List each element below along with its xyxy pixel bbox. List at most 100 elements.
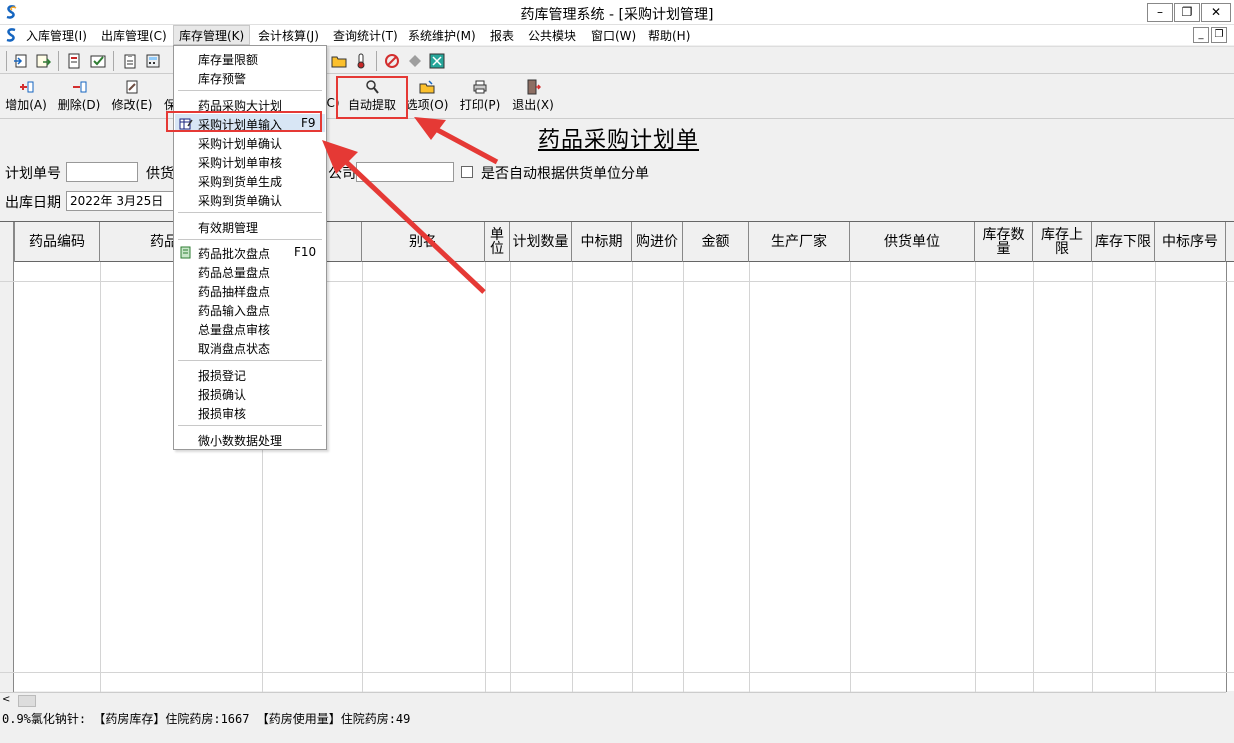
modify-label: 修改(E): [111, 98, 153, 112]
col-amount[interactable]: 金额: [683, 222, 749, 262]
out-date-picker[interactable]: 2022年 3月25日: [66, 191, 174, 211]
delete-label: 删除(D): [57, 98, 101, 112]
folder-icon[interactable]: [331, 53, 347, 69]
grid-line: [485, 262, 486, 692]
horizontal-scrollbar[interactable]: <: [0, 692, 1226, 708]
grid-line: [100, 262, 101, 692]
options-button[interactable]: 选项(O): [405, 79, 449, 115]
menu-item-sample-count[interactable]: 药品抽样盘点: [198, 283, 270, 300]
menu-item-count-review[interactable]: 总量盘点审核: [198, 321, 270, 338]
col-drug-code[interactable]: 药品编码: [15, 222, 100, 262]
menu-separator: [178, 239, 322, 240]
grid-line: [510, 262, 511, 692]
menu-reports[interactable]: 报表: [490, 27, 514, 44]
col-plan-qty[interactable]: 计划数量: [510, 222, 572, 262]
menu-item-batch-count[interactable]: 药品批次盘点: [198, 245, 270, 262]
minimize-button[interactable]: –: [1147, 3, 1173, 22]
thermometer-icon[interactable]: [353, 53, 369, 69]
batch-count-icon: [180, 246, 191, 259]
menu-outbound[interactable]: 出库管理(C): [101, 27, 167, 44]
modify-button[interactable]: 修改(E): [110, 79, 154, 115]
window-title: 药库管理系统 - [采购计划管理]: [520, 7, 714, 23]
grid-line: [850, 262, 851, 692]
export-icon[interactable]: [35, 53, 51, 69]
grid-line: [1226, 262, 1227, 692]
col-alias[interactable]: 别名: [362, 222, 485, 262]
menu-item-cancel-count[interactable]: 取消盘点状态: [198, 340, 270, 357]
menu-item-input-count[interactable]: 药品输入盘点: [198, 302, 270, 319]
scroll-thumb[interactable]: [18, 695, 36, 707]
shape-icon[interactable]: [407, 53, 423, 69]
col-supplier[interactable]: 供货单位: [850, 222, 975, 262]
menu-item-loss-confirm[interactable]: 报损确认: [198, 386, 246, 403]
col-manufacturer[interactable]: 生产厂家: [749, 222, 850, 262]
grid-line: [975, 262, 976, 692]
col-stock-qty[interactable]: 库存数量: [975, 222, 1033, 262]
arrow-to-auto-extract: [414, 117, 499, 165]
menu-item-total-count[interactable]: 药品总量盘点: [198, 264, 270, 281]
add-button[interactable]: 增加(A): [4, 79, 48, 115]
grid-line: [1155, 262, 1156, 692]
menu-item-decimal-process[interactable]: 微小数数据处理: [198, 432, 282, 449]
restore-button[interactable]: ❐: [1174, 3, 1200, 22]
menu-help[interactable]: 帮助(H): [648, 27, 690, 44]
menu-inventory[interactable]: 库存管理(K): [173, 25, 251, 45]
page-title: 药品采购计划单: [538, 128, 700, 153]
menu-item-expiry[interactable]: 有效期管理: [198, 219, 258, 236]
out-date-label: 出库日期: [5, 195, 61, 211]
auto-split-checkbox[interactable]: [461, 166, 473, 178]
menu-item-loss-register[interactable]: 报损登记: [198, 367, 246, 384]
grid-line: [572, 262, 573, 692]
grid-line: [683, 262, 684, 692]
plan-no-input[interactable]: [66, 162, 138, 182]
scroll-left-icon[interactable]: <: [2, 694, 10, 705]
menu-item-arrival-confirm[interactable]: 采购到货单确认: [198, 192, 282, 209]
grid-icon[interactable]: [429, 53, 445, 69]
menu-separator: [178, 90, 322, 91]
col-stock-lower[interactable]: 库存下限: [1092, 222, 1155, 262]
col-bid-period[interactable]: 中标期: [572, 222, 632, 262]
mdi-restore-button[interactable]: ❐: [1211, 27, 1227, 43]
col-purchase-price[interactable]: 购进价: [632, 222, 683, 262]
menu-item-stock-limit[interactable]: 库存量限额: [198, 51, 258, 68]
import-icon[interactable]: [13, 53, 29, 69]
menu-window[interactable]: 窗口(W): [591, 27, 636, 44]
grid-line: [749, 262, 750, 692]
menu-item-arrival-generate[interactable]: 采购到货单生成: [198, 173, 282, 190]
options-label: 选项(O): [405, 98, 449, 112]
grid-line: [1092, 262, 1093, 692]
clipboard-icon[interactable]: [122, 53, 138, 69]
edit-icon: [126, 80, 138, 94]
print-button[interactable]: 打印(P): [458, 79, 502, 115]
grid-line: [632, 262, 633, 692]
col-unit[interactable]: 单位: [485, 222, 510, 262]
document-icon[interactable]: [66, 53, 82, 69]
menu-item-stock-warning[interactable]: 库存预警: [198, 70, 246, 87]
menu-separator: [178, 425, 322, 426]
calculator-icon[interactable]: [145, 53, 161, 69]
col-bid-serial[interactable]: 中标序号: [1155, 222, 1226, 262]
menu-system[interactable]: 系统维护(M): [408, 27, 476, 44]
delete-button[interactable]: 删除(D): [57, 79, 101, 115]
menu-query[interactable]: 查询统计(T): [333, 27, 398, 44]
close-button[interactable]: ✕: [1201, 3, 1231, 22]
company-input[interactable]: [356, 162, 454, 182]
menu-item-plan-confirm[interactable]: 采购计划单确认: [198, 135, 282, 152]
printer-icon: [473, 80, 487, 94]
print-label: 打印(P): [459, 98, 501, 112]
menu-item-loss-review[interactable]: 报损审核: [198, 405, 246, 422]
menu-accounting[interactable]: 会计核算(J): [258, 27, 319, 44]
toolbar-separator: [6, 51, 7, 71]
check-icon[interactable]: [90, 53, 106, 69]
stop-icon[interactable]: [384, 53, 400, 69]
options-icon: [419, 80, 435, 94]
plan-no-label: 计划单号: [5, 166, 61, 182]
exit-button[interactable]: 退出(X): [511, 79, 555, 115]
col-stock-upper[interactable]: 库存上限: [1033, 222, 1092, 262]
menu-item-plan-review[interactable]: 采购计划单审核: [198, 154, 282, 171]
toolbar-separator: [376, 51, 377, 71]
menu-common[interactable]: 公共模块: [528, 27, 576, 44]
menu-inbound[interactable]: 入库管理(I): [26, 27, 87, 44]
mdi-minimize-button[interactable]: _: [1193, 27, 1209, 43]
toolbar-separator: [113, 51, 114, 71]
